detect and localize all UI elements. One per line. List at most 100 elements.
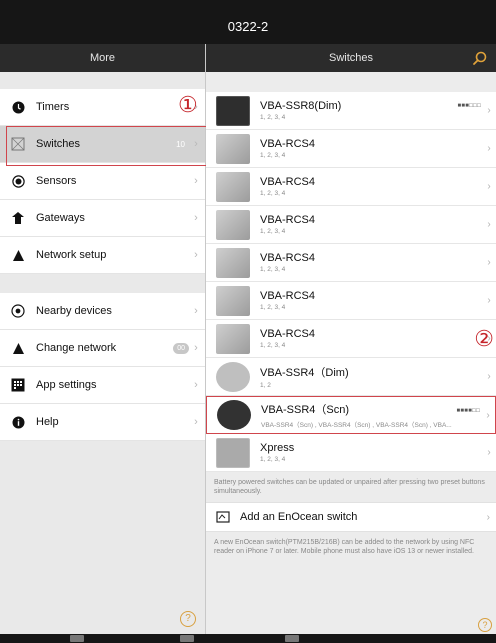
- switch-name: VBA-RCS4: [260, 214, 316, 226]
- add-switch-label: Add an EnOcean switch: [240, 511, 358, 523]
- sidebar-item-app-settings[interactable]: App settings ›: [0, 367, 205, 404]
- right-nav-bar: Switches: [206, 44, 496, 72]
- chevron-right-icon: ›: [487, 105, 491, 116]
- tab-item[interactable]: [70, 635, 84, 642]
- switch-thumbnail: [216, 437, 250, 468]
- switch-name: VBA-SSR4（Dim): [260, 367, 349, 379]
- switch-row[interactable]: VBA-RCS4 1, 2, 3, 4 ›: [206, 130, 496, 168]
- clock-icon: [0, 101, 36, 114]
- menu-section-1: Timers › Switches 10 › Sensors › Gateways › Netwo…: [0, 89, 205, 274]
- switch-thumbnail: [217, 400, 251, 430]
- chevron-right-icon: ›: [487, 143, 491, 154]
- nearby-icon: [0, 304, 36, 318]
- gateway-icon: [0, 211, 36, 225]
- sidebar-item-gateways[interactable]: Gateways ›: [0, 200, 205, 237]
- switch-channels: 1, 2, 3, 4: [260, 228, 286, 235]
- switch-thumbnail: [216, 133, 250, 164]
- switch-name: Xpress: [260, 442, 295, 454]
- switch-name: VBA-RCS4: [260, 290, 316, 302]
- chevron-right-icon: ›: [194, 212, 198, 224]
- chevron-right-icon: ›: [194, 249, 198, 261]
- tab-item[interactable]: [285, 635, 299, 642]
- switch-row[interactable]: Xpress 1, 2, 3, 4 ›: [206, 434, 496, 472]
- chevron-right-icon: ›: [487, 295, 491, 306]
- switch-thumbnail: [216, 209, 250, 240]
- chevron-right-icon: ›: [194, 305, 198, 317]
- switch-row[interactable]: VBA-RCS4 1, 2, 3, 4 ›: [206, 206, 496, 244]
- switch-row[interactable]: VBA-SSR8(Dim) 1, 2, 3, 4 ■■■□□□ ›: [206, 92, 496, 130]
- switch-row[interactable]: VBA-RCS4 1, 2, 3, 4 ›: [206, 244, 496, 282]
- sidebar-gap: [0, 274, 205, 293]
- switch-channels: 1, 2, 3, 4: [260, 114, 286, 121]
- chevron-right-icon: ›: [194, 379, 198, 391]
- chevron-right-icon: ›: [487, 371, 491, 382]
- tab-item[interactable]: [180, 635, 194, 642]
- switch-thumbnail: [216, 323, 250, 354]
- selection-box-switches: [6, 126, 209, 166]
- annotation-2: ②: [474, 326, 494, 351]
- sidebar-item-label: Timers: [36, 101, 70, 113]
- help-icon[interactable]: ?: [478, 618, 492, 632]
- content-gap: [206, 72, 496, 92]
- switch-channels: 1, 2, 3, 4: [260, 342, 286, 349]
- search-icon[interactable]: [472, 50, 488, 66]
- switch-name: VBA-RCS4: [260, 138, 316, 150]
- right-nav-title: Switches: [328, 52, 374, 64]
- status-bar: [0, 0, 496, 10]
- tab-bar: [0, 634, 496, 643]
- switch-channels: 1, 2, 3, 4: [260, 304, 286, 311]
- sidebar-item-label: App settings: [36, 379, 97, 391]
- switch-name: VBA-SSR4（Scn): [261, 404, 350, 416]
- sidebar-item-sensors[interactable]: Sensors ›: [0, 163, 205, 200]
- switch-row[interactable]: VBA-RCS4 1, 2, 3, 4 ›: [206, 282, 496, 320]
- switch-row[interactable]: VBA-SSR4（Scn) VBA-SSR4（Scn) , VBA-SSR4（Sc…: [206, 396, 496, 434]
- info-icon: [0, 416, 36, 429]
- switch-channels: 1, 2, 3, 4: [260, 266, 286, 273]
- switch-channels: 1, 2: [260, 382, 271, 389]
- switch-channels: VBA-SSR4（Scn) , VBA-SSR4（Scn) , VBA-SSR4…: [261, 422, 452, 429]
- battery-note: Battery powered switches can be updated …: [214, 479, 485, 495]
- switch-row[interactable]: VBA-RCS4 1, 2, 3, 4 ›: [206, 320, 496, 358]
- sensor-icon: [0, 174, 36, 188]
- sidebar-item-label: Sensors: [36, 175, 77, 187]
- switch-thumbnail: [216, 247, 250, 278]
- sidebar-item-label: Change network: [36, 342, 117, 354]
- chevron-right-icon: ›: [486, 511, 490, 523]
- window-title: 0322-2: [0, 10, 496, 44]
- sidebar-item-label: Gateways: [36, 212, 85, 224]
- signal-indicator: ■■■□□□: [457, 103, 481, 109]
- switch-thumbnail: [216, 285, 250, 316]
- sidebar-item-label: Network setup: [36, 249, 107, 261]
- switch-name: VBA-RCS4: [260, 252, 316, 264]
- switch-name: VBA-RCS4: [260, 328, 316, 340]
- switch-channels: 1, 2, 3, 4: [260, 152, 286, 159]
- switch-channels: 1, 2, 3, 4: [260, 190, 286, 197]
- chevron-right-icon: ›: [486, 409, 490, 421]
- add-switch-icon: [216, 511, 230, 523]
- switch-thumbnail: [216, 171, 250, 202]
- switch-name: VBA-SSR8(Dim): [260, 100, 342, 112]
- help-icon[interactable]: ?: [180, 611, 196, 627]
- chevron-right-icon: ›: [487, 181, 491, 192]
- chevron-right-icon: ›: [194, 342, 198, 354]
- sidebar-item-nearby-devices[interactable]: Nearby devices ›: [0, 293, 205, 330]
- nfc-note: A new EnOcean switch(PTM215B/216B) can b…: [214, 539, 475, 555]
- sidebar-gap: [0, 72, 205, 89]
- sidebar-item-label: Nearby devices: [36, 305, 112, 317]
- chevron-right-icon: ›: [194, 416, 198, 428]
- network-icon: [0, 342, 36, 355]
- switches-panel: VBA-SSR8(Dim) 1, 2, 3, 4 ■■■□□□ › VBA-RCS4 1,…: [206, 72, 496, 634]
- sidebar-item-timers[interactable]: Timers ›: [0, 89, 205, 126]
- switch-row[interactable]: VBA-RCS4 1, 2, 3, 4 ›: [206, 168, 496, 206]
- sidebar-item-network-setup[interactable]: Network setup ›: [0, 237, 205, 274]
- chevron-right-icon: ›: [194, 175, 198, 187]
- switch-channels: 1, 2, 3, 4: [260, 456, 286, 463]
- sidebar-item-change-network[interactable]: Change network 00 ›: [0, 330, 205, 367]
- add-switch-button[interactable]: Add an EnOcean switch ›: [206, 502, 496, 532]
- chevron-right-icon: ›: [487, 257, 491, 268]
- menu-section-2: Nearby devices › Change network 00 › App sett…: [0, 293, 205, 441]
- switch-row[interactable]: VBA-SSR4（Dim) 1, 2 ›: [206, 358, 496, 396]
- sidebar-item-label: Help: [36, 416, 59, 428]
- sidebar-item-help[interactable]: Help ›: [0, 404, 205, 441]
- switch-list: VBA-SSR8(Dim) 1, 2, 3, 4 ■■■□□□ › VBA-RCS4 1,…: [206, 92, 496, 472]
